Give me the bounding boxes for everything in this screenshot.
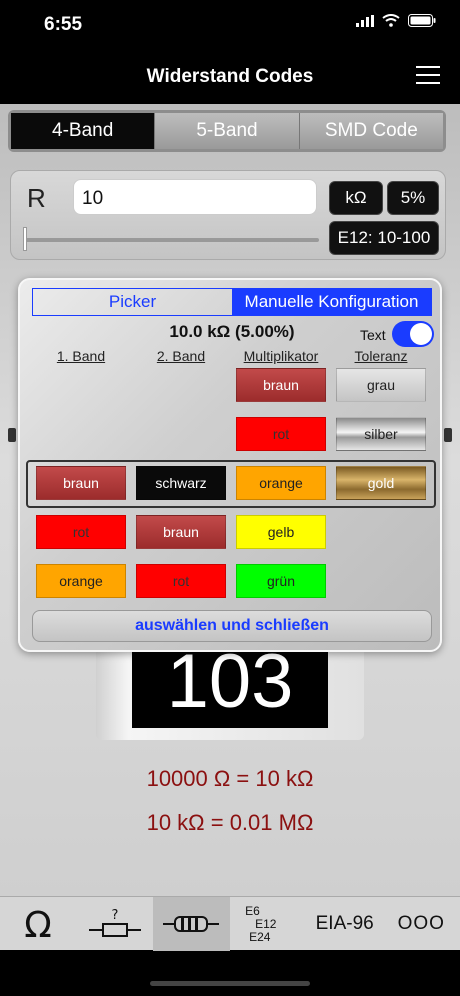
band-chip-band2[interactable]: schwarz bbox=[136, 466, 226, 500]
tab-e-series[interactable]: E6 E12 E24 bbox=[230, 897, 307, 951]
signal-icon bbox=[356, 14, 374, 27]
band-chip-band2[interactable]: braun bbox=[136, 515, 226, 549]
e24-label: E24 bbox=[249, 930, 271, 944]
band-chip-multiplier[interactable]: gelb bbox=[236, 515, 326, 549]
status-bar: 6:55 bbox=[0, 0, 460, 50]
resistance-input[interactable]: 10 bbox=[73, 179, 317, 215]
page-title: Widerstand Codes bbox=[146, 66, 314, 87]
band-chip-band1[interactable]: rot bbox=[36, 515, 126, 549]
band-chip-multiplier[interactable]: orange bbox=[236, 466, 326, 500]
svg-text:Ω: Ω bbox=[25, 906, 53, 942]
smd-resistor: 103 bbox=[96, 652, 364, 740]
column-header-band1: 1. Band bbox=[56, 348, 106, 364]
color-picker-popup: Picker Manuelle Konfiguration 10.0 kΩ (5… bbox=[18, 278, 442, 652]
main-content: 4-Band 5-Band SMD Code R 10 kΩ 5% E12: 1… bbox=[0, 104, 460, 896]
unknown-resistor-icon: ? bbox=[88, 908, 141, 937]
band-chip-multiplier[interactable]: grün bbox=[236, 564, 326, 598]
tab-ohm[interactable]: Ω bbox=[0, 897, 77, 951]
e6-label: E6 bbox=[245, 904, 260, 918]
resistance-slider-thumb[interactable] bbox=[23, 227, 27, 251]
tolerance-button[interactable]: 5% bbox=[387, 181, 439, 215]
status-icons bbox=[356, 14, 436, 27]
segment-smd-code[interactable]: SMD Code bbox=[299, 113, 443, 149]
smd-code: 103 bbox=[132, 652, 328, 728]
select-and-close-button[interactable]: auswählen und schließen bbox=[32, 610, 432, 642]
band-chip-tolerance[interactable]: silber bbox=[336, 417, 426, 451]
left-handle bbox=[8, 428, 16, 442]
column-header-tolerance: Toleranz bbox=[354, 348, 408, 364]
band-chip-tolerance[interactable]: grau bbox=[336, 368, 426, 402]
omega-icon: Ω bbox=[25, 906, 53, 942]
right-handle bbox=[444, 428, 452, 442]
battery-icon bbox=[408, 14, 436, 27]
unit-button[interactable]: kΩ bbox=[329, 181, 383, 215]
band-chip-multiplier[interactable]: rot bbox=[236, 417, 326, 451]
tab-manual-config[interactable]: Manuelle Konfiguration bbox=[232, 289, 431, 315]
band-chip-band1[interactable]: braun bbox=[36, 466, 126, 500]
text-toggle[interactable] bbox=[392, 321, 434, 347]
mode-segmented-control: 4-Band 5-Band SMD Code bbox=[8, 110, 446, 152]
band-chip-multiplier[interactable]: braun bbox=[236, 368, 326, 402]
conversion-line-2: 10 kΩ = 0.01 MΩ bbox=[146, 810, 314, 835]
text-toggle-label: Text bbox=[360, 327, 386, 343]
home-indicator bbox=[150, 981, 310, 986]
tab-eia-96[interactable]: EIA-96 bbox=[306, 897, 383, 951]
resistance-label: R bbox=[27, 183, 46, 213]
band-chip-band2[interactable]: rot bbox=[136, 564, 226, 598]
tab-picker[interactable]: Picker bbox=[33, 289, 232, 315]
hamburger-menu-icon[interactable] bbox=[416, 66, 440, 86]
resistance-panel: R 10 kΩ 5% E12: 10-100 bbox=[10, 170, 446, 260]
more-label: OOO bbox=[397, 913, 445, 934]
conversion-line-1: 10000 Ω = 10 kΩ bbox=[146, 766, 314, 791]
series-button[interactable]: E12: 10-100 bbox=[329, 221, 439, 255]
picker-tabs: Picker Manuelle Konfiguration bbox=[32, 288, 432, 316]
tab-resistor[interactable] bbox=[153, 897, 230, 951]
eia-96-label: EIA-96 bbox=[315, 913, 374, 934]
svg-text:?: ? bbox=[111, 908, 118, 923]
tab-unknown-resistor[interactable]: ? bbox=[77, 897, 154, 951]
resistor-icon bbox=[163, 916, 220, 932]
segment-4-band[interactable]: 4-Band bbox=[11, 113, 156, 149]
status-time: 6:55 bbox=[44, 14, 83, 35]
nav-bar: Widerstand Codes bbox=[0, 50, 460, 104]
band-chip-tolerance[interactable]: gold bbox=[336, 466, 426, 500]
column-header-band2: 2. Band bbox=[156, 348, 206, 364]
band-chip-band1[interactable]: orange bbox=[36, 564, 126, 598]
tab-bar: Ω ? E6 E12 E24 EIA-96 OOO bbox=[0, 896, 460, 951]
resistance-slider[interactable] bbox=[25, 238, 319, 242]
segment-5-band[interactable]: 5-Band bbox=[155, 113, 300, 149]
wifi-icon bbox=[382, 14, 400, 27]
e12-label: E12 bbox=[255, 917, 277, 931]
column-header-multiplier: Multiplikator bbox=[243, 348, 319, 364]
tab-more[interactable]: OOO bbox=[383, 897, 460, 951]
